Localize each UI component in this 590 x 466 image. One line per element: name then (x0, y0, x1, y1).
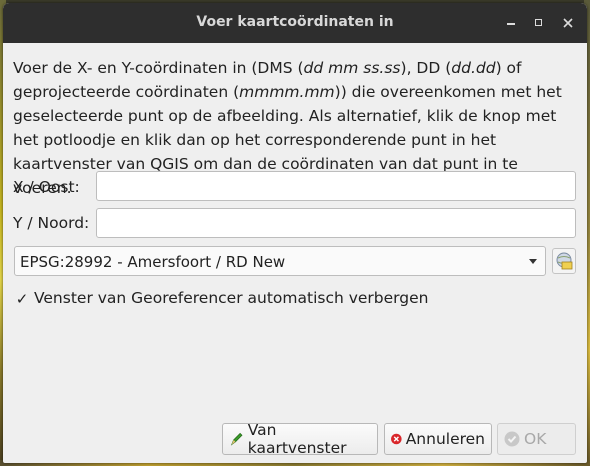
ok-button[interactable]: OK (497, 423, 576, 455)
crs-selector-button[interactable] (552, 248, 576, 274)
from-map-canvas-button[interactable]: Van kaartvenster (222, 421, 378, 457)
dms-format: dd mm ss.ss (303, 59, 401, 77)
minimize-icon[interactable] (503, 15, 519, 31)
x-label: X / Oost: (13, 178, 80, 196)
cancel-icon (391, 433, 402, 445)
pencil-icon (230, 432, 243, 446)
dialog-window: Voer kaartcoördinaten in Voer de X- en Y… (3, 3, 587, 463)
cancel-label: Annuleren (405, 430, 485, 448)
ok-label: OK (524, 430, 547, 448)
crs-selector-icon (556, 252, 573, 270)
ok-check-icon (504, 431, 520, 447)
y-label: Y / Noord: (13, 214, 90, 232)
projected-format: mmmm.mm (239, 83, 335, 101)
title-bar[interactable]: Voer kaartcoördinaten in (3, 3, 587, 43)
window-title: Voer kaartcoördinaten in (196, 14, 394, 30)
dd-format: dd.dd (451, 59, 496, 77)
chevron-down-icon (529, 259, 537, 264)
crs-select[interactable]: EPSG:28992 - Amersfoort / RD New (14, 246, 546, 276)
cancel-button[interactable]: Annuleren (384, 423, 492, 455)
auto-hide-label[interactable]: Venster van Georeferencer automatisch ve… (34, 289, 428, 307)
crs-selected-value: EPSG:28992 - Amersfoort / RD New (20, 253, 286, 271)
x-east-input[interactable] (96, 171, 576, 201)
from-map-canvas-label: Van kaartvenster (247, 421, 347, 457)
maximize-icon[interactable] (531, 15, 547, 31)
auto-hide-checkbox[interactable]: ✓ (14, 291, 30, 307)
y-north-input[interactable] (96, 208, 576, 238)
close-icon[interactable] (560, 15, 576, 31)
